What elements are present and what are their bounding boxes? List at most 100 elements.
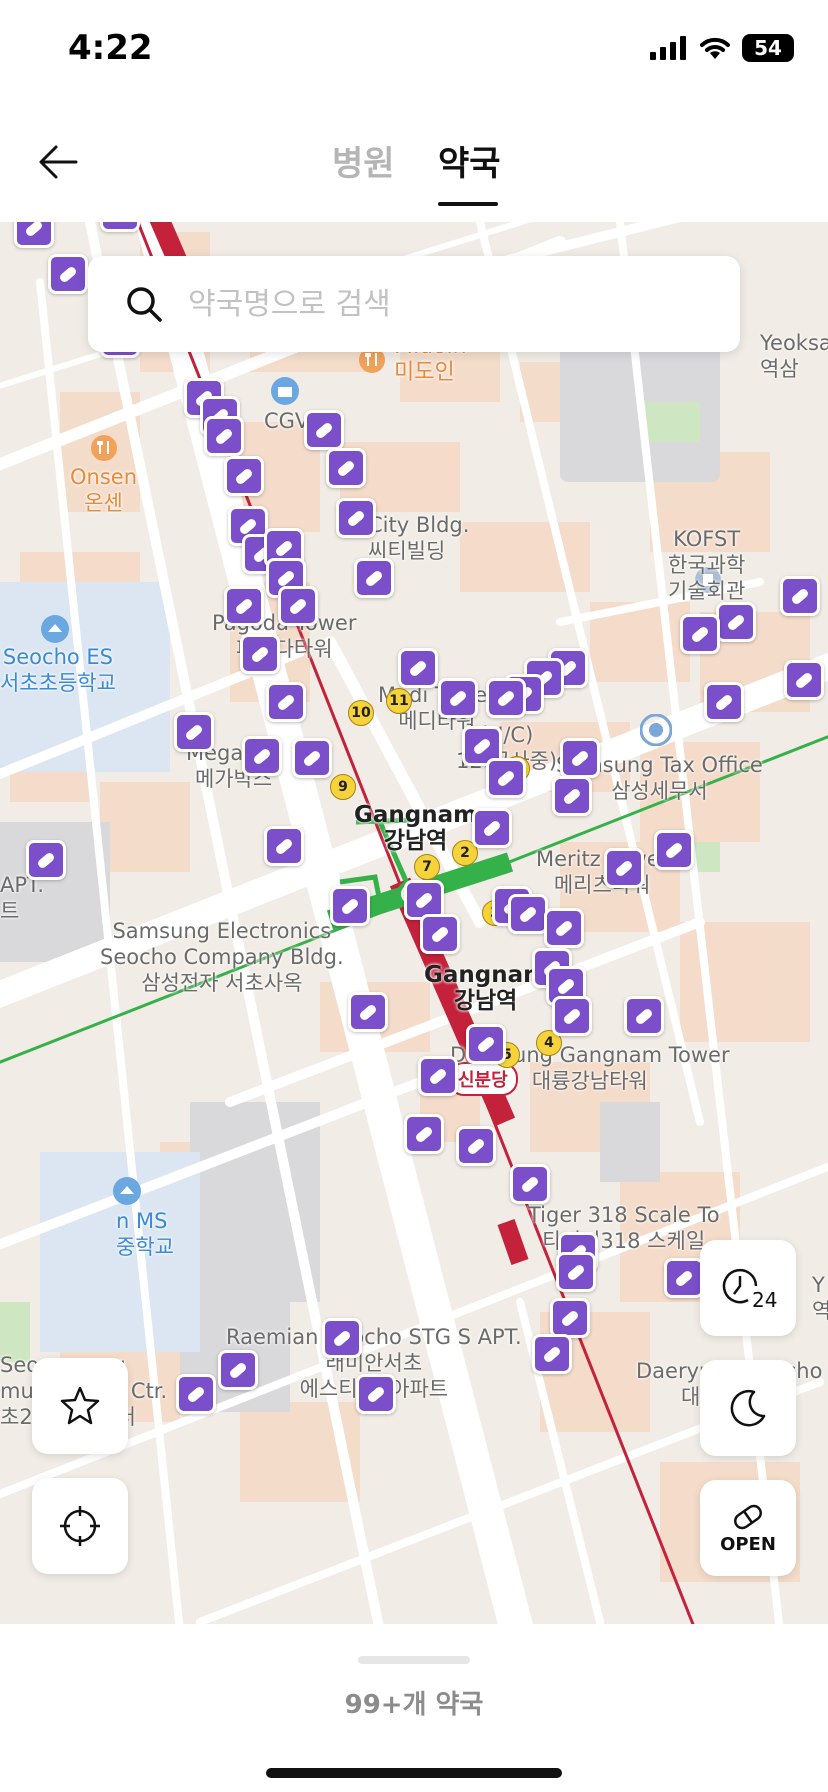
pharmacy-pin[interactable] bbox=[654, 830, 694, 870]
pharmacy-pin[interactable] bbox=[556, 1252, 596, 1292]
map-label-cgv: CGV bbox=[264, 409, 310, 433]
map-label-seocho-es: Seocho ES 서초초등학교 bbox=[0, 645, 116, 695]
restaurant-icon bbox=[91, 435, 117, 461]
status-icons: 54 bbox=[650, 34, 794, 62]
subway-exit-9: 9 bbox=[330, 774, 356, 800]
pharmacy-count: 99+개 약국 bbox=[344, 1690, 484, 1720]
map-label-city-bldg: City Bldg. 씨티빌딩 bbox=[368, 513, 470, 563]
pharmacy-pin[interactable] bbox=[704, 682, 744, 722]
map-label-onsen: Onsen 온센 bbox=[70, 465, 138, 515]
pharmacy-pin[interactable] bbox=[550, 1298, 590, 1338]
pharmacy-pin[interactable] bbox=[624, 996, 664, 1036]
wifi-icon bbox=[700, 37, 730, 59]
status-bar: 4:22 54 bbox=[0, 0, 828, 100]
pharmacy-pin[interactable] bbox=[224, 456, 264, 496]
pharmacy-pin[interactable] bbox=[486, 678, 526, 718]
pharmacy-pin[interactable] bbox=[472, 808, 512, 848]
header: 병원 약국 bbox=[0, 110, 828, 222]
sheet-drag-handle[interactable] bbox=[358, 1656, 470, 1664]
moon-icon bbox=[730, 1390, 766, 1427]
search-input[interactable] bbox=[186, 285, 730, 323]
map-label-meritz: Meritz Tower 메리츠타워 bbox=[536, 847, 668, 897]
pharmacy-pin[interactable] bbox=[404, 1114, 444, 1154]
pharmacy-pin[interactable] bbox=[510, 1164, 550, 1204]
pharmacy-pin[interactable] bbox=[784, 660, 824, 700]
subway-exit-11: 11 bbox=[386, 688, 412, 714]
pharmacy-pin[interactable] bbox=[336, 498, 376, 538]
pharmacy-pin[interactable] bbox=[604, 848, 644, 888]
pharmacy-pin[interactable] bbox=[532, 1334, 572, 1374]
status-time: 4:22 bbox=[68, 28, 153, 68]
pharmacy-pin[interactable] bbox=[780, 576, 820, 616]
pharmacy-pin[interactable] bbox=[26, 840, 66, 880]
pharmacy-pin[interactable] bbox=[716, 602, 756, 642]
pharmacy-pin[interactable] bbox=[418, 1056, 458, 1096]
pharmacy-pin[interactable] bbox=[486, 758, 526, 798]
subway-exit-7: 7 bbox=[414, 854, 440, 880]
pharmacy-pin[interactable] bbox=[466, 1024, 506, 1064]
school-icon bbox=[113, 1177, 141, 1205]
search-bar[interactable] bbox=[88, 256, 740, 352]
clock-24-icon: 24 bbox=[718, 1264, 778, 1312]
pharmacy-pin[interactable] bbox=[398, 648, 438, 688]
pharmacy-pin[interactable] bbox=[48, 254, 88, 294]
pharmacy-pin[interactable] bbox=[14, 222, 54, 248]
star-icon bbox=[60, 1386, 100, 1425]
pharmacy-pin[interactable] bbox=[354, 558, 394, 598]
pharmacy-pin[interactable] bbox=[264, 826, 304, 866]
office-icon bbox=[640, 714, 672, 746]
tab-pharmacy[interactable]: 약국 bbox=[438, 136, 501, 185]
open-24h-filter-button[interactable]: 24 bbox=[700, 1240, 796, 1336]
pharmacy-pin[interactable] bbox=[326, 448, 366, 488]
school-icon bbox=[41, 615, 69, 643]
map-label-yeoksam: Yeoksa 역삼 bbox=[760, 331, 828, 381]
pharmacy-pin[interactable] bbox=[266, 682, 306, 722]
pharmacy-pin[interactable] bbox=[664, 1258, 704, 1298]
pharmacy-pin[interactable] bbox=[100, 222, 140, 232]
search-icon bbox=[127, 287, 162, 322]
pharmacy-pin[interactable] bbox=[680, 614, 720, 654]
pharmacy-pin[interactable] bbox=[240, 634, 280, 674]
pharmacy-pin[interactable] bbox=[456, 1126, 496, 1166]
crosshair-icon bbox=[60, 1506, 100, 1546]
pharmacy-pin[interactable] bbox=[438, 678, 478, 718]
hours24-label: 24 bbox=[752, 1288, 778, 1312]
map-label-y-right: Y 역 bbox=[812, 1273, 828, 1323]
pharmacy-pin[interactable] bbox=[420, 914, 460, 954]
pharmacy-pin[interactable] bbox=[292, 738, 332, 778]
pharmacy-pin[interactable] bbox=[330, 886, 370, 926]
active-tab-indicator bbox=[438, 202, 498, 206]
pharmacy-pin[interactable] bbox=[278, 586, 318, 626]
pharmacy-pin[interactable] bbox=[560, 738, 600, 778]
cinema-icon bbox=[271, 377, 299, 405]
night-open-filter-button[interactable] bbox=[700, 1360, 796, 1456]
pharmacy-pin[interactable] bbox=[174, 712, 214, 752]
subway-exit-10: 10 bbox=[348, 700, 374, 726]
pharmacy-pin[interactable] bbox=[544, 908, 584, 948]
map-label-samsung-electronics: Samsung Electronics Seocho Company Bldg.… bbox=[100, 919, 344, 995]
pharmacy-pin[interactable] bbox=[242, 736, 282, 776]
pharmacy-pin[interactable] bbox=[552, 996, 592, 1036]
tab-hospital[interactable]: 병원 bbox=[332, 136, 395, 185]
back-button[interactable] bbox=[28, 132, 88, 192]
open-now-filter-button[interactable]: OPEN bbox=[700, 1480, 796, 1576]
map-label-ms: n MS 중학교 bbox=[116, 1209, 174, 1259]
pharmacy-pin[interactable] bbox=[304, 410, 344, 450]
pill-icon bbox=[734, 1504, 762, 1529]
battery-icon: 54 bbox=[742, 34, 794, 62]
pharmacy-pin[interactable] bbox=[348, 992, 388, 1032]
signal-icon bbox=[650, 36, 686, 60]
pharmacy-pin[interactable] bbox=[356, 1374, 396, 1414]
map-label-tiger-318: Tiger 318 Scale To 타이거318 스케일 bbox=[528, 1203, 720, 1253]
favorite-button[interactable] bbox=[32, 1358, 128, 1454]
pharmacy-pin[interactable] bbox=[508, 894, 548, 934]
pharmacy-pin[interactable] bbox=[176, 1374, 216, 1414]
pharmacy-pin[interactable] bbox=[218, 1350, 258, 1390]
home-indicator bbox=[266, 1768, 562, 1778]
pharmacy-pin[interactable] bbox=[322, 1318, 362, 1358]
my-location-button[interactable] bbox=[32, 1478, 128, 1574]
pharmacy-pin[interactable] bbox=[552, 776, 592, 816]
pharmacy-list-sheet[interactable]: 99+개 약국 bbox=[0, 1624, 828, 1792]
pharmacy-pin[interactable] bbox=[204, 416, 244, 456]
pharmacy-pin[interactable] bbox=[224, 586, 264, 626]
